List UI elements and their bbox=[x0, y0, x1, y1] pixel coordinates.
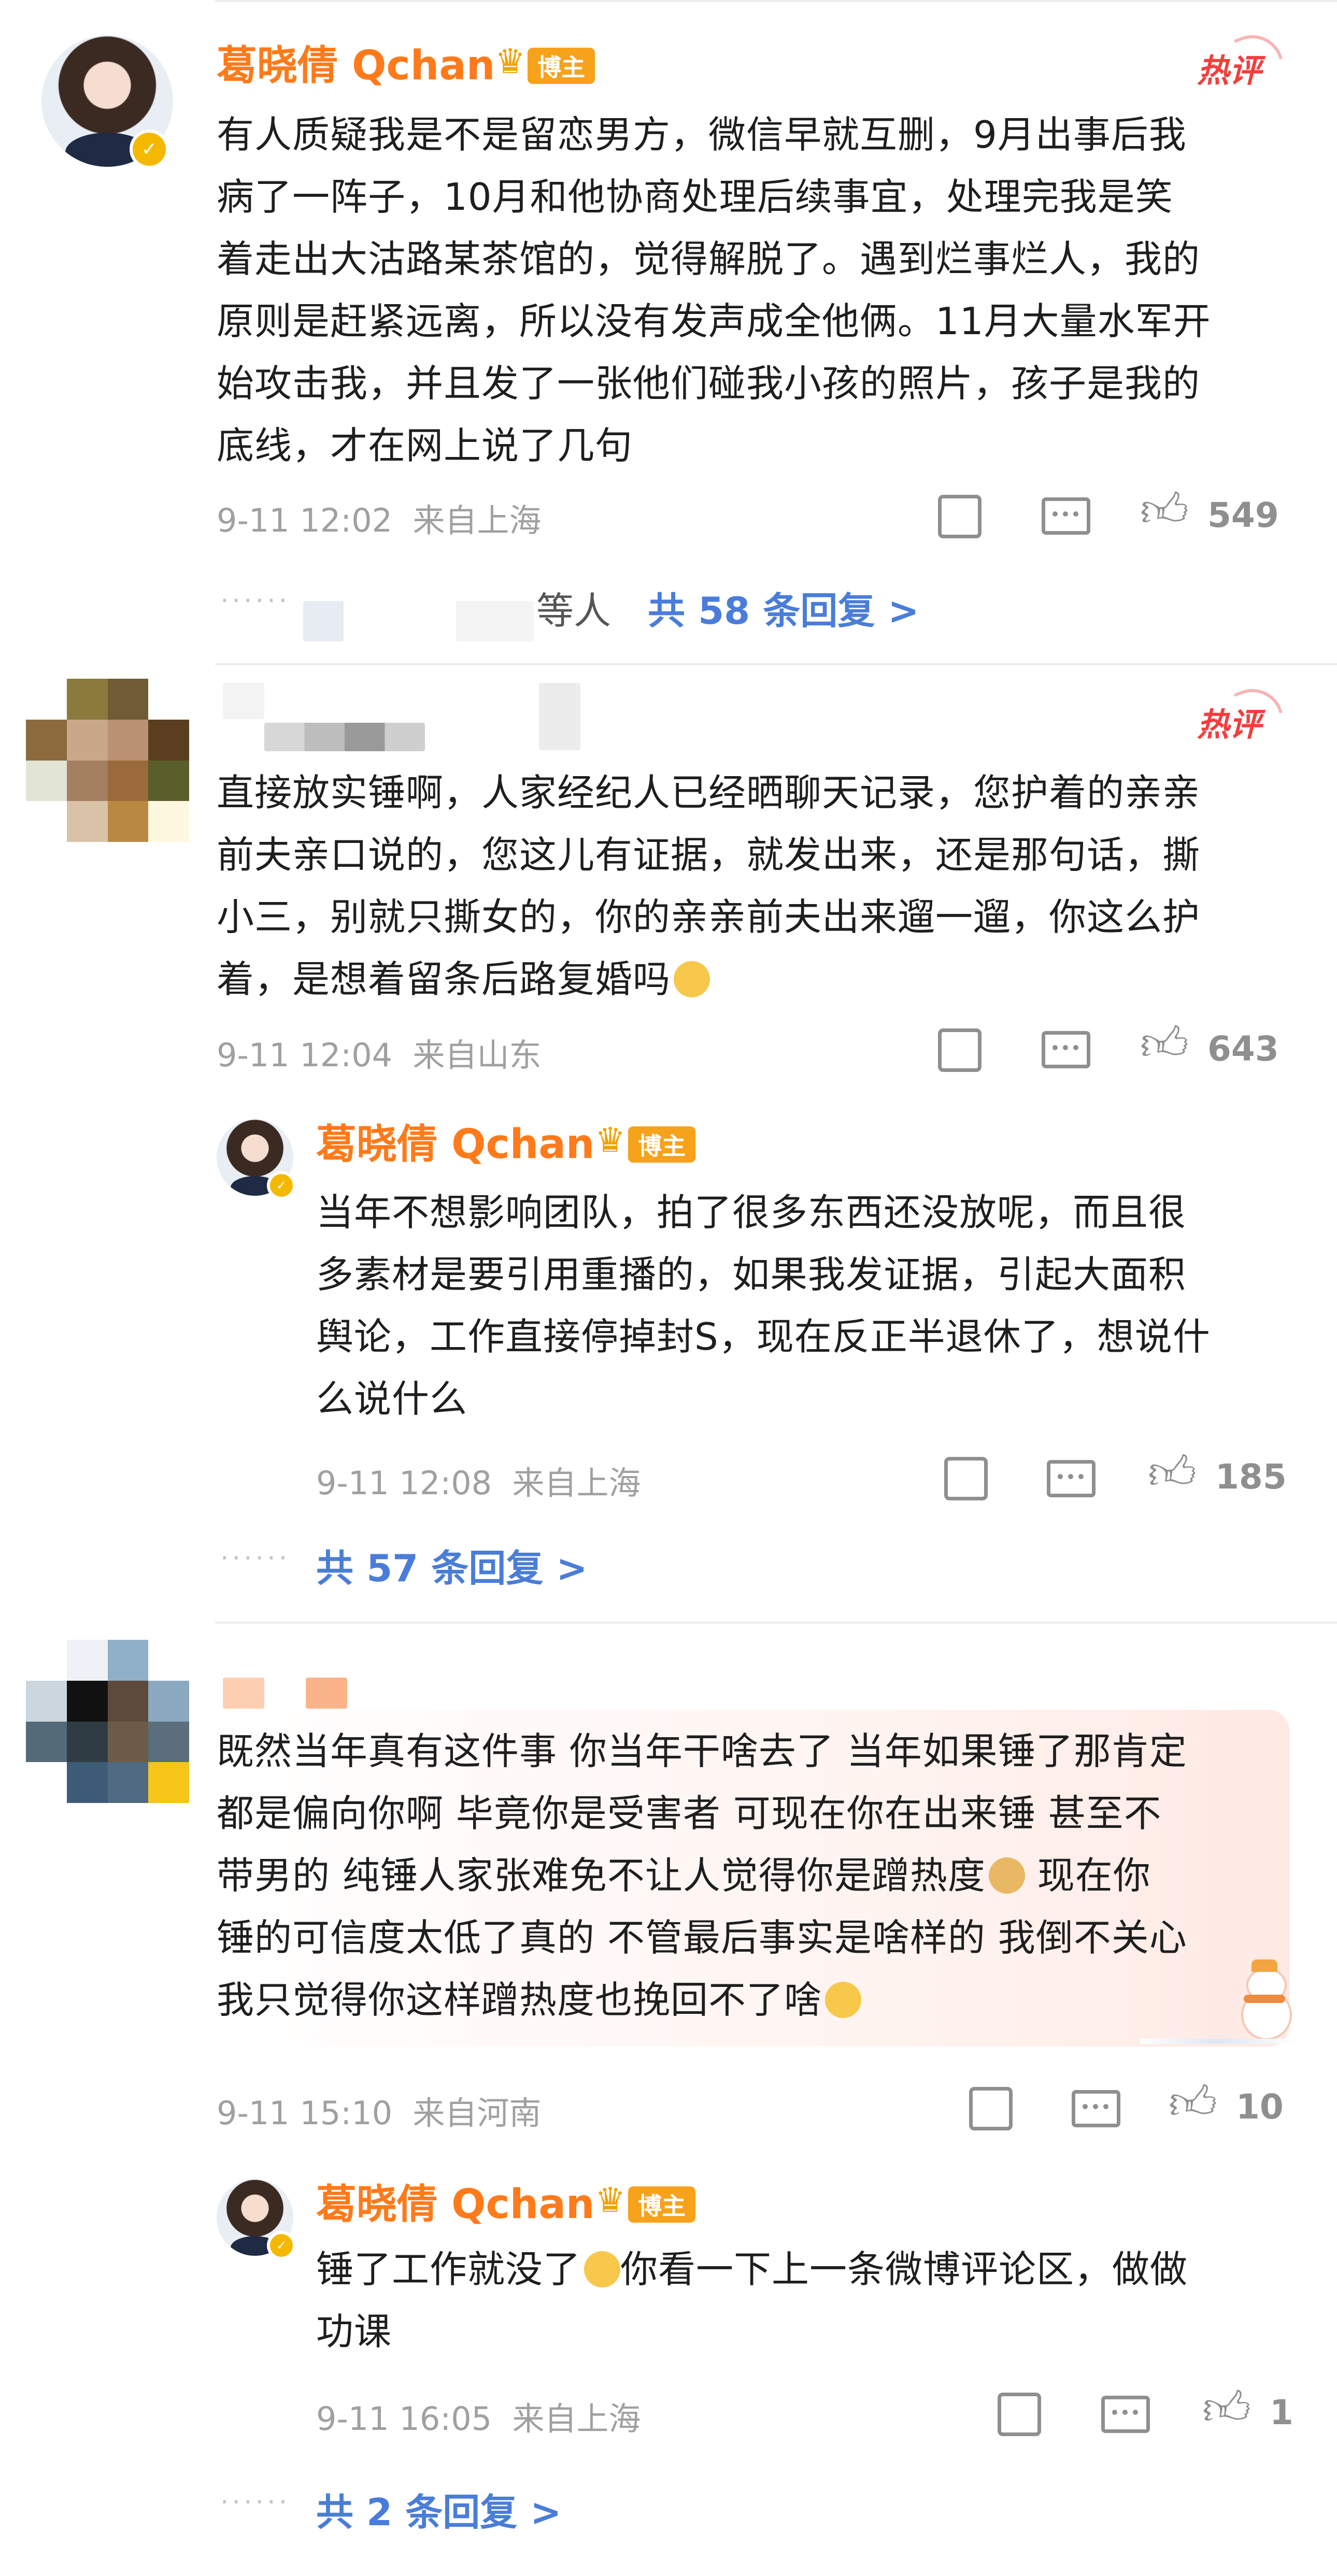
view-replies-link[interactable]: 共 57 条回复 > bbox=[316, 1538, 588, 1592]
comment-divider bbox=[215, 1622, 1337, 1624]
reply-dots: ······ bbox=[220, 1543, 291, 1574]
view-replies-link[interactable]: 共 2 条回复 > bbox=[316, 2482, 562, 2536]
reply-dots: ······ bbox=[220, 585, 291, 617]
comment-icon[interactable] bbox=[1042, 497, 1090, 535]
share-icon[interactable] bbox=[944, 1457, 988, 1500]
username-blur bbox=[223, 1678, 264, 1709]
verified-icon: ✓ bbox=[267, 2231, 296, 2260]
share-icon[interactable] bbox=[938, 1028, 982, 1072]
like-count: 10 bbox=[1236, 2087, 1284, 2127]
comment-icon[interactable] bbox=[1042, 1031, 1090, 1068]
smirk-emoji bbox=[825, 1982, 862, 2018]
verified-icon: ✓ bbox=[130, 130, 169, 169]
crown-icon: ♛ bbox=[495, 41, 526, 81]
like-count: 549 bbox=[1207, 495, 1279, 535]
like-icon[interactable]: 👍︎ bbox=[1140, 487, 1189, 534]
username[interactable]: 葛晓倩 Qchan bbox=[316, 2184, 594, 2225]
username[interactable]: 葛晓倩 Qchan bbox=[217, 46, 495, 86]
comment-time: 9-11 12:02 来自上海 bbox=[217, 502, 542, 539]
comment-text: 既然当年真有这件事 你当年干啥去了 当年如果锤了那肯定 都是偏向你啊 毕竟你是受… bbox=[217, 1729, 1187, 2022]
username-blur bbox=[306, 1678, 347, 1709]
top-divider bbox=[215, 0, 1337, 2]
crown-icon: ♛ bbox=[595, 1120, 626, 1160]
like-icon[interactable]: 👍︎ bbox=[1202, 2385, 1251, 2432]
blogger-badge: 博主 bbox=[528, 48, 595, 84]
comment-time: 9-11 12:04 来自山东 bbox=[217, 1036, 542, 1074]
username-blur bbox=[539, 683, 580, 750]
reply-time: 9-11 16:05 来自上海 bbox=[316, 2400, 641, 2438]
share-icon[interactable] bbox=[969, 2087, 1013, 2130]
grin-emoji bbox=[674, 961, 710, 997]
view-replies-link[interactable]: 共 58 条回复 > bbox=[648, 580, 919, 635]
comment-icon[interactable] bbox=[1101, 2396, 1150, 2433]
blogger-badge: 博主 bbox=[628, 2186, 695, 2223]
comment-icon[interactable] bbox=[1072, 2090, 1120, 2127]
like-count: 1 bbox=[1270, 2393, 1293, 2432]
username-blur bbox=[223, 683, 264, 719]
comment-icon[interactable] bbox=[1047, 1460, 1096, 1497]
username-blur bbox=[264, 723, 425, 751]
share-icon[interactable] bbox=[998, 2393, 1041, 2436]
comment-text: 直接放实锤啊，人家经纪人已经晒聊天记录，您护着的亲亲 前夫亲口说的，您这儿有证据… bbox=[217, 771, 1201, 1001]
like-icon[interactable]: 👍︎ bbox=[1169, 2080, 1217, 2126]
avatar[interactable] bbox=[26, 679, 189, 842]
reply-text: 锤了工作就没了 你看一下上一条微博评论区，做做 功课 bbox=[316, 2248, 1188, 2353]
username[interactable]: 葛晓倩 Qchan bbox=[316, 1124, 594, 1165]
reply-text: 当年不想影响团队，拍了很多东西还没放呢，而且很 多素材是要引用重播的，如果我发证… bbox=[316, 1191, 1211, 1421]
replier-avatar-blur bbox=[303, 601, 344, 641]
reply-dots: ······ bbox=[220, 2487, 291, 2518]
like-count: 643 bbox=[1207, 1029, 1279, 1069]
reply-time: 9-11 12:08 来自上海 bbox=[316, 1464, 641, 1502]
crown-icon: ♛ bbox=[595, 2180, 626, 2220]
like-count: 185 bbox=[1215, 1457, 1287, 1497]
verified-icon: ✓ bbox=[267, 1171, 296, 1200]
like-icon[interactable]: 👍︎ bbox=[1148, 1450, 1197, 1496]
avatar[interactable] bbox=[26, 1640, 189, 1803]
share-icon[interactable] bbox=[938, 495, 982, 538]
replies-others: 等人 bbox=[536, 589, 611, 633]
comment-text: 有人质疑我是不是留恋男方，微信早就互删，9月出事后我 病了一阵子，10月和他协商… bbox=[217, 113, 1211, 467]
replier-name-blur bbox=[456, 601, 534, 641]
comment-divider bbox=[215, 663, 1337, 665]
doge-emoji bbox=[988, 1857, 1025, 1894]
sweat-emoji bbox=[584, 2251, 621, 2287]
blogger-badge: 博主 bbox=[628, 1126, 695, 1163]
like-icon[interactable]: 👍︎ bbox=[1140, 1021, 1189, 1067]
comment-time: 9-11 15:10 来自河南 bbox=[217, 2094, 542, 2132]
snow-decoration bbox=[1140, 2039, 1296, 2044]
